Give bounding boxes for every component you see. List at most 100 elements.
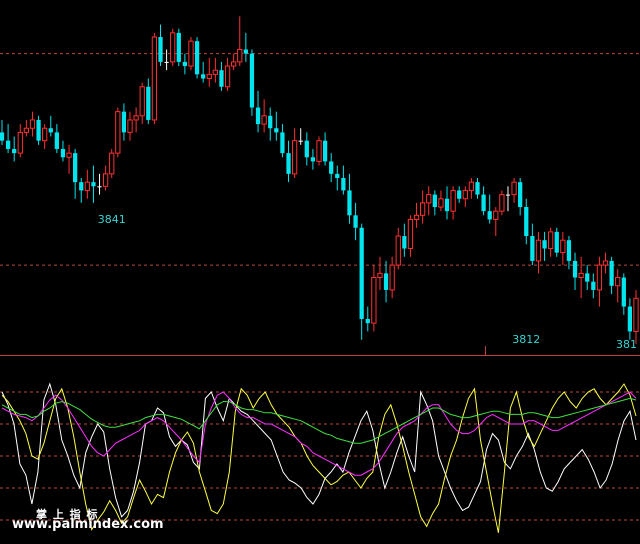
candle-body bbox=[261, 115, 267, 125]
candle-body bbox=[359, 227, 364, 319]
candle-body bbox=[237, 48, 243, 63]
candle-body bbox=[493, 210, 499, 220]
candle-body bbox=[524, 207, 529, 237]
candle-body bbox=[182, 61, 188, 67]
candle-body bbox=[633, 297, 639, 332]
candle-body bbox=[170, 32, 176, 63]
candle-body bbox=[457, 190, 462, 199]
candle-body bbox=[158, 37, 163, 62]
candle-body bbox=[231, 61, 237, 67]
candle-body bbox=[377, 272, 383, 279]
candle-body bbox=[365, 318, 370, 324]
stock-chart bbox=[0, 16, 640, 533]
candle-body bbox=[615, 277, 621, 287]
candle-body bbox=[127, 119, 133, 133]
candle-body bbox=[341, 178, 346, 191]
candle-body bbox=[554, 231, 559, 253]
candle-body bbox=[36, 119, 41, 141]
candle-body bbox=[280, 132, 285, 154]
candle-body bbox=[621, 277, 626, 307]
candle-body bbox=[371, 277, 377, 324]
candle-body bbox=[596, 264, 603, 291]
candle-body bbox=[133, 115, 139, 121]
candle-body bbox=[97, 186, 102, 188]
candle-body bbox=[548, 231, 554, 249]
candle-body bbox=[413, 214, 420, 220]
candle-body bbox=[291, 140, 298, 175]
candle-body bbox=[48, 128, 53, 133]
candle-body bbox=[591, 281, 596, 290]
candle-body bbox=[194, 41, 200, 75]
candle-body bbox=[274, 128, 279, 133]
candle-body bbox=[5, 140, 11, 149]
indicator-line bbox=[1, 391, 637, 476]
candle-body bbox=[572, 260, 578, 278]
candle-body bbox=[139, 86, 145, 117]
candle-body bbox=[585, 273, 590, 282]
candle-body bbox=[609, 260, 614, 286]
candle-body bbox=[66, 152, 72, 158]
candle-body bbox=[444, 198, 450, 212]
candle-body bbox=[627, 306, 633, 332]
candle-body bbox=[255, 107, 261, 125]
candle-body bbox=[60, 148, 66, 158]
candle-body bbox=[462, 189, 468, 200]
candle-body bbox=[432, 194, 437, 208]
candle-body bbox=[91, 182, 96, 187]
candle-body bbox=[335, 173, 340, 178]
candle-body bbox=[310, 157, 316, 162]
candle-body bbox=[103, 173, 109, 187]
candle-body bbox=[249, 53, 255, 108]
candle-body bbox=[487, 211, 492, 220]
candle-body bbox=[329, 161, 334, 174]
candle-body bbox=[578, 272, 584, 279]
candle-body bbox=[481, 194, 486, 212]
candle-body bbox=[347, 190, 352, 216]
candle-body bbox=[450, 189, 456, 212]
candle-body bbox=[243, 49, 248, 54]
candle-body bbox=[188, 40, 194, 67]
candle-body bbox=[535, 239, 542, 262]
candle-body bbox=[219, 70, 224, 87]
candle-body bbox=[164, 61, 169, 63]
candle-body bbox=[0, 132, 5, 141]
candle-body bbox=[12, 148, 17, 154]
price-annotation: 381 bbox=[616, 337, 637, 351]
candle-body bbox=[121, 111, 127, 133]
candle-body bbox=[518, 182, 523, 208]
candle-body bbox=[206, 73, 212, 79]
indicator-line bbox=[1, 382, 637, 518]
candle-body bbox=[475, 182, 480, 195]
candle-body bbox=[23, 127, 30, 133]
candle-body bbox=[268, 115, 273, 129]
candle-body bbox=[42, 127, 48, 142]
candle-body bbox=[426, 194, 432, 204]
candle-body bbox=[304, 140, 309, 158]
candlestick-series bbox=[0, 16, 639, 344]
candle-body bbox=[151, 36, 158, 121]
candle-body bbox=[224, 65, 231, 88]
candle-body bbox=[109, 152, 115, 175]
candle-body bbox=[17, 131, 23, 154]
candle-body bbox=[176, 32, 181, 62]
candle-body bbox=[316, 140, 322, 162]
price-annotation: 3812 bbox=[512, 333, 541, 347]
candle-body bbox=[298, 140, 303, 142]
candle-body bbox=[389, 264, 395, 291]
candle-body bbox=[560, 239, 566, 254]
candle-body bbox=[73, 153, 78, 183]
candle-body bbox=[530, 236, 535, 261]
candle-body bbox=[407, 218, 414, 249]
candle-body bbox=[542, 240, 547, 249]
candle-body bbox=[383, 273, 389, 290]
candle-body bbox=[566, 240, 572, 261]
watermark-url: www.palmindex.com bbox=[12, 517, 164, 532]
candle-body bbox=[505, 194, 511, 196]
candle-body bbox=[79, 182, 84, 191]
candle-body bbox=[84, 181, 90, 191]
candle-body bbox=[201, 74, 206, 79]
candle-body bbox=[322, 140, 328, 162]
candle-body bbox=[54, 132, 59, 149]
candle-body bbox=[499, 194, 505, 212]
candle-body bbox=[395, 235, 401, 266]
